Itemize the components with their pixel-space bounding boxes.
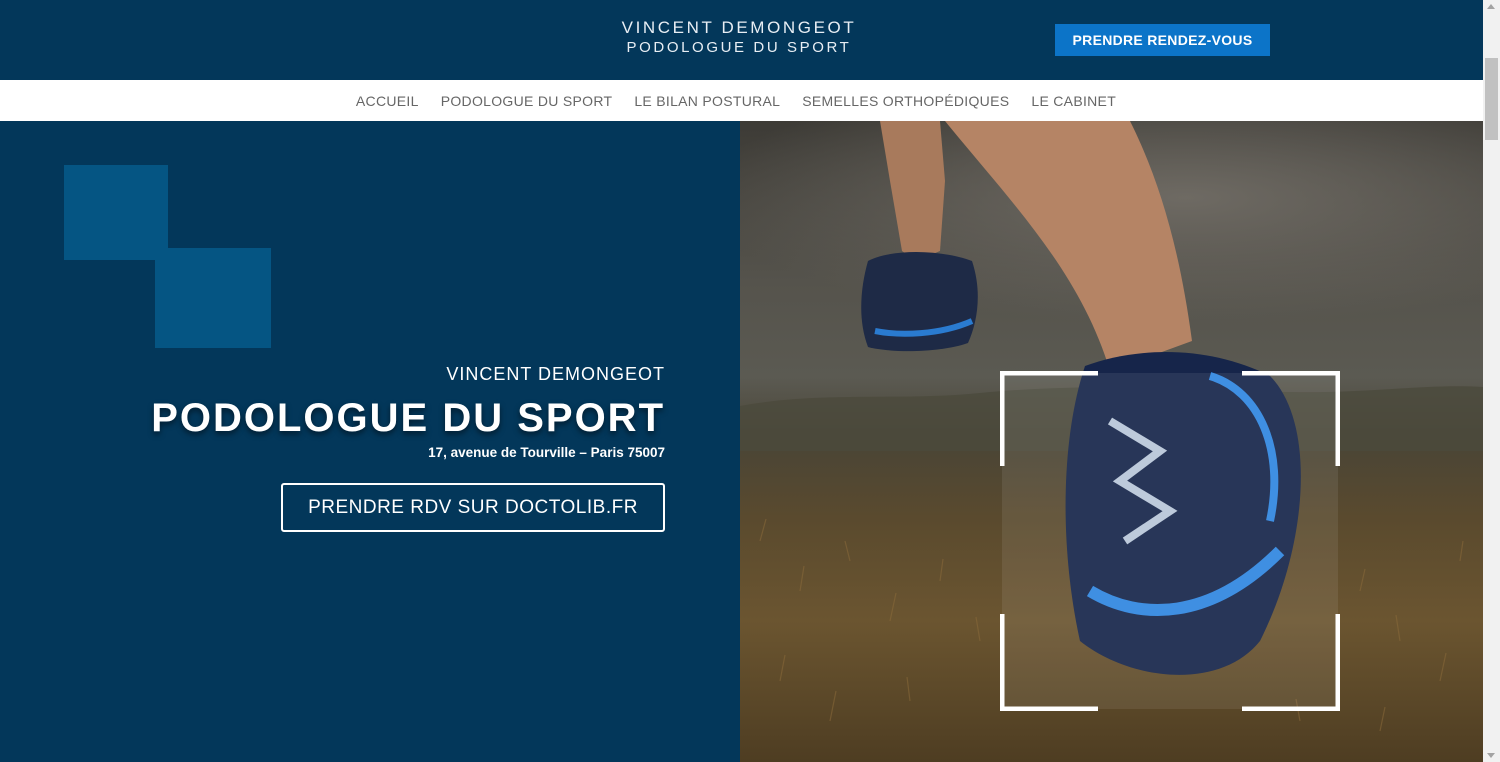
scroll-down-arrow-icon[interactable]: [1487, 753, 1495, 758]
hero-address: 17, avenue de Tourville – Paris 75007: [428, 445, 665, 460]
brand-name: VINCENT DEMONGEOT: [621, 18, 857, 37]
scroll-up-arrow-icon[interactable]: [1487, 4, 1495, 9]
main-nav: ACCUEIL PODOLOGUE DU SPORT LE BILAN POST…: [0, 80, 1483, 121]
decorative-square: [155, 248, 271, 348]
nav-item-accueil[interactable]: ACCUEIL: [356, 93, 419, 109]
site-header: VINCENT DEMONGEOT PODOLOGUE DU SPORT PRE…: [0, 0, 1483, 80]
nav-item-podologue-du-sport[interactable]: PODOLOGUE DU SPORT: [441, 93, 613, 109]
nav-item-bilan-postural[interactable]: LE BILAN POSTURAL: [634, 93, 780, 109]
nav-item-le-cabinet[interactable]: LE CABINET: [1031, 93, 1116, 109]
hero-name: VINCENT DEMONGEOT: [446, 364, 665, 384]
doctolib-booking-button[interactable]: PRENDRE RDV SUR DOCTOLIB.FR: [281, 483, 665, 532]
hero-title: PODOLOGUE DU SPORT: [151, 396, 665, 440]
hero-text-panel: VINCENT DEMONGEOT PODOLOGUE DU SPORT 17,…: [0, 121, 740, 762]
hero-image: [740, 121, 1483, 762]
focus-frame: [1000, 371, 1340, 711]
book-appointment-button[interactable]: PRENDRE RENDEZ-VOUS: [1055, 24, 1270, 56]
site-logo[interactable]: VINCENT DEMONGEOT PODOLOGUE DU SPORT: [590, 18, 888, 58]
nav-item-semelles-orthopediques[interactable]: SEMELLES ORTHOPÉDIQUES: [802, 93, 1009, 109]
page-scrollbar[interactable]: [1483, 0, 1500, 762]
decorative-square: [64, 165, 168, 260]
brand-subtitle: PODOLOGUE DU SPORT: [626, 39, 852, 56]
scroll-thumb[interactable]: [1485, 58, 1498, 140]
